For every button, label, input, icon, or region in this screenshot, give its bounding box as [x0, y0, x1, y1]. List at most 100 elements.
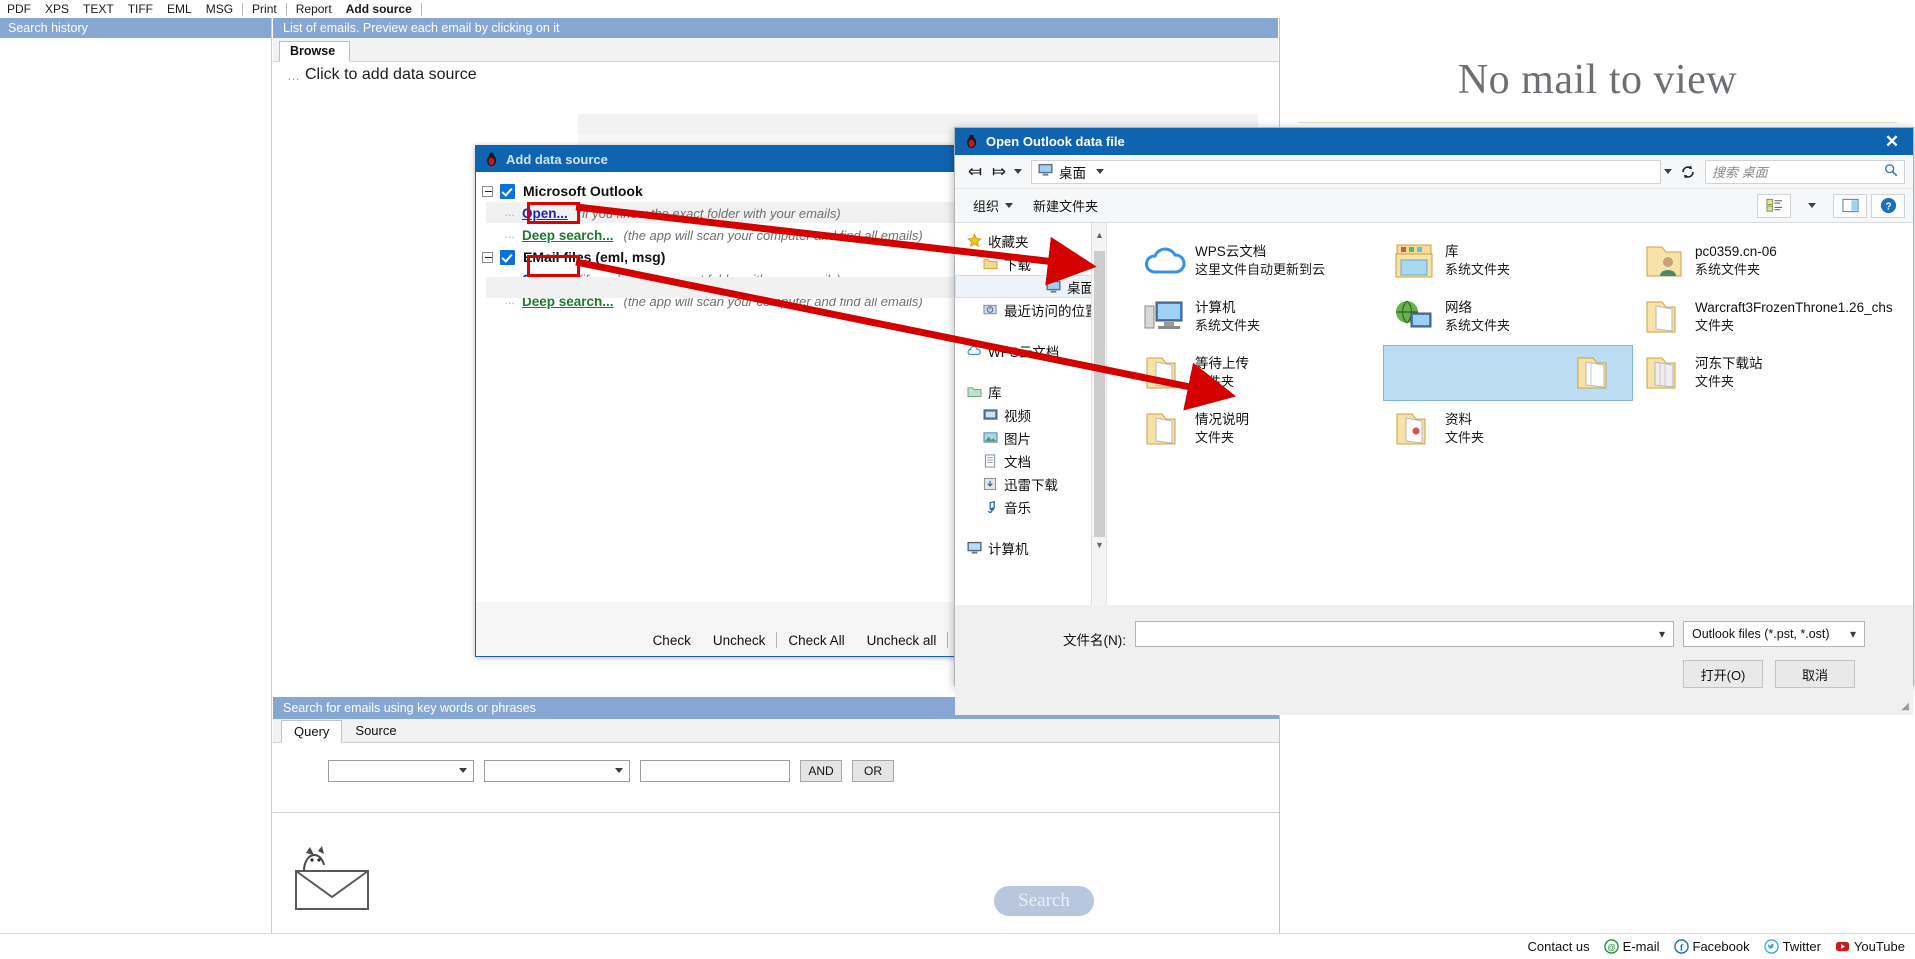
tree-connector-icon: … [504, 207, 515, 219]
footer-link-email[interactable]: @ E-mail [1603, 939, 1660, 954]
sidebar-item-favorites[interactable]: 收藏夹 [955, 229, 1106, 252]
refresh-icon[interactable] [1675, 164, 1701, 180]
search-placeholder: 搜索 桌面 [1712, 165, 1768, 180]
sidebar-item-libraries[interactable]: 库 [955, 380, 1106, 403]
file-item[interactable]: 资料 文件夹 [1383, 401, 1633, 457]
menu-item-tiff[interactable]: TIFF [121, 0, 160, 18]
query-field-select[interactable] [328, 759, 474, 782]
history-dropdown-icon[interactable] [1011, 169, 1025, 174]
sidebar-item-recent-places[interactable]: 最近访问的位置 [955, 298, 1106, 321]
sidebar-item-thunder-download[interactable]: 迅雷下载 [955, 472, 1106, 495]
sidebar-scrollbar[interactable]: ▲ ▼ [1091, 223, 1106, 605]
scroll-down-icon[interactable]: ▼ [1092, 537, 1106, 553]
file-item[interactable]: 情况说明 文件夹 [1133, 401, 1383, 457]
cloud-icon [1141, 239, 1187, 283]
checkbox-microsoft-outlook[interactable] [500, 183, 515, 199]
file-name: 资料 [1445, 412, 1472, 428]
file-type-filter-select[interactable]: Outlook files (*.pst, *.ost) ▾ [1683, 621, 1865, 647]
footer-link-youtube[interactable]: YouTube [1835, 939, 1905, 954]
or-button[interactable]: OR [852, 759, 894, 782]
open-button[interactable]: 打开(O) [1683, 660, 1763, 688]
close-icon[interactable]: ✕ [1871, 128, 1913, 155]
menu-item-pdf[interactable]: PDF [0, 0, 38, 18]
file-item[interactable]: WPS云文档 这里文件自动更新到云 [1133, 233, 1383, 289]
chevron-down-icon[interactable]: ▾ [1659, 627, 1665, 641]
forward-arrow-icon[interactable]: ⤇ [987, 160, 1011, 184]
footer-link-twitter[interactable]: Twitter [1763, 939, 1821, 954]
file-type: 文件夹 [1445, 430, 1485, 446]
menu-item-msg[interactable]: MSG [199, 0, 240, 18]
folder-icon [1141, 351, 1187, 395]
scroll-up-icon[interactable]: ▲ [1092, 227, 1106, 243]
email-list-header: List of emails. Preview each email by cl… [273, 18, 1278, 38]
file-item[interactable]: 河东下载站 文件夹 [1633, 345, 1883, 401]
scrollbar-thumb[interactable] [1094, 251, 1105, 537]
menu-item-xps[interactable]: XPS [38, 0, 76, 18]
collapse-icon[interactable] [482, 251, 493, 263]
sidebar-item-downloads[interactable]: 下载 [955, 252, 1106, 275]
search-button[interactable]: Search [994, 886, 1094, 916]
menu-item-text[interactable]: TEXT [76, 0, 121, 18]
sidebar-item-pictures[interactable]: 图片 [955, 426, 1106, 449]
back-arrow-icon[interactable]: ⤆ [963, 160, 987, 184]
file-item[interactable]: 库 系统文件夹 [1383, 233, 1633, 289]
view-mode-icon[interactable] [1757, 193, 1791, 218]
deep-search-link-outlook[interactable]: Deep search... [522, 228, 614, 243]
breadcrumb[interactable]: 桌面 [1031, 159, 1661, 184]
sidebar-item-label: 迅雷下载 [1004, 477, 1058, 493]
footer-link-label: E-mail [1622, 939, 1660, 954]
tab-source[interactable]: Source [342, 719, 409, 742]
menu-item-print[interactable]: Print [245, 0, 284, 18]
filename-input[interactable]: ▾ [1135, 621, 1674, 647]
collapse-icon[interactable] [482, 185, 493, 197]
sidebar-item-desktop[interactable]: 桌面 [955, 275, 1101, 298]
path-dropdown-icon[interactable] [1661, 169, 1675, 174]
sidebar-item-computer[interactable]: 计算机 [955, 536, 1106, 559]
help-icon[interactable]: ? [1871, 193, 1905, 218]
open-link-outlook[interactable]: Open... [522, 206, 568, 221]
tab-query[interactable]: Query [281, 720, 343, 743]
new-folder-button[interactable]: 新建文件夹 [1023, 193, 1108, 218]
search-input[interactable]: 搜索 桌面 [1705, 159, 1905, 184]
menu-item-report[interactable]: Report [289, 0, 339, 18]
menu-item-add-source[interactable]: Add source [339, 0, 419, 18]
uncheck-all-button[interactable]: Uncheck all [856, 633, 948, 648]
footer-link-label: Twitter [1782, 939, 1821, 954]
view-mode-dropdown-icon[interactable] [1795, 194, 1829, 218]
checkbox-email-files[interactable] [500, 249, 515, 265]
check-all-button[interactable]: Check All [777, 633, 855, 648]
file-item[interactable]: 等待上传 文件夹 [1133, 345, 1383, 401]
sidebar-item-label: 视频 [1004, 408, 1031, 424]
footer-link-facebook[interactable]: f Facebook [1673, 939, 1750, 954]
file-type: 这里文件自动更新到云 [1195, 262, 1326, 278]
resize-grip-icon[interactable]: ◢ [1901, 701, 1909, 712]
file-item[interactable]: 计算机 系统文件夹 [1133, 289, 1383, 345]
filename-label: 文件名(N): [1063, 633, 1126, 648]
file-item-selected[interactable] [1383, 345, 1633, 401]
uncheck-button[interactable]: Uncheck [702, 633, 777, 648]
menu-item-eml[interactable]: EML [160, 0, 199, 18]
tree-connector-icon: … [287, 67, 300, 83]
file-item[interactable]: Warcraft3FrozenThrone1.26_chs 文件夹 [1633, 289, 1893, 345]
cancel-button[interactable]: 取消 [1775, 660, 1855, 688]
organize-button[interactable]: 组织 [963, 193, 1023, 218]
sidebar-item-documents[interactable]: 文档 [955, 449, 1106, 472]
preview-pane-icon[interactable] [1833, 193, 1867, 218]
query-keyword-input[interactable] [640, 759, 790, 782]
check-button[interactable]: Check [642, 633, 702, 648]
file-item-text: 库 系统文件夹 [1445, 243, 1510, 279]
sidebar-item-music[interactable]: 音乐 [955, 495, 1106, 518]
file-item[interactable]: 网络 系统文件夹 [1383, 289, 1633, 345]
sidebar-item-wps-cloud[interactable]: WPS云文档 [955, 339, 1106, 362]
desktop-icon [1038, 163, 1053, 180]
video-icon [981, 408, 999, 421]
file-item[interactable]: pc0359.cn-06 系统文件夹 [1633, 233, 1883, 289]
tree-item-add-data-source[interactable]: … Click to add data source [273, 62, 1278, 88]
and-button[interactable]: AND [800, 759, 842, 782]
query-operator-select[interactable] [484, 759, 630, 782]
sidebar-item-videos[interactable]: 视频 [955, 403, 1106, 426]
network-icon [1391, 295, 1437, 339]
tree-connector-icon: … [504, 229, 515, 241]
chevron-down-icon[interactable] [1096, 169, 1104, 174]
tab-browse[interactable]: Browse [279, 41, 351, 62]
